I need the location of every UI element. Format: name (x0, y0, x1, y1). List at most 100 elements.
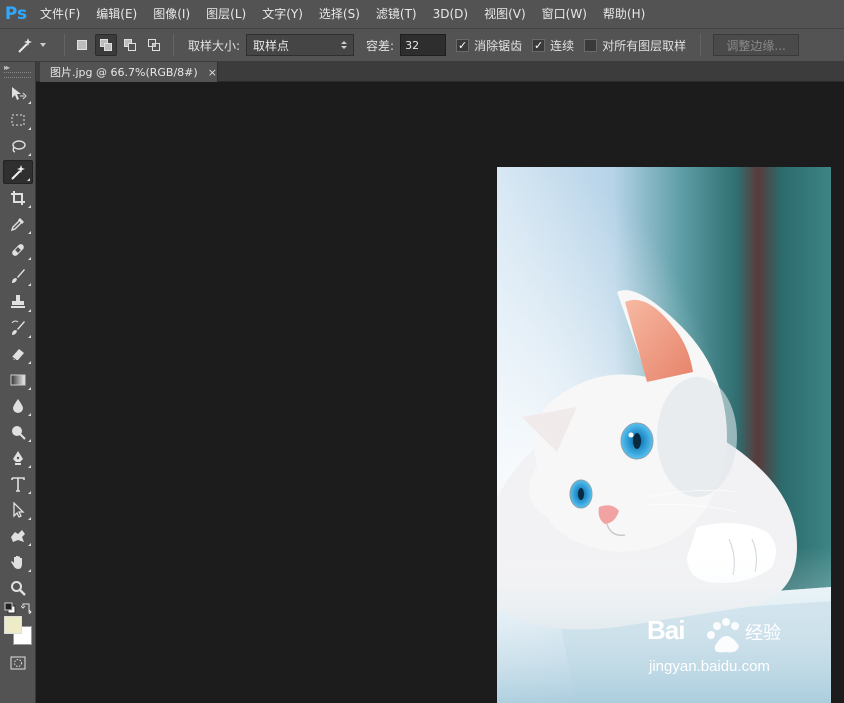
eraser-icon (11, 349, 24, 361)
new-selection-icon (77, 40, 87, 50)
brush-icon (12, 269, 25, 283)
lasso-icon (12, 140, 26, 153)
intersect-selection-icon (148, 39, 160, 51)
antialias-label: 消除锯齿 (474, 38, 523, 53)
new-selection-button[interactable] (71, 34, 93, 56)
document-tab[interactable]: 图片.jpg @ 66.7%(RGB/8#) × (40, 62, 218, 82)
menu-select[interactable]: 选择(S) (311, 0, 368, 28)
menu-window[interactable]: 窗口(W) (534, 0, 595, 28)
sample-all-layers-option[interactable]: 对所有图层取样 (584, 37, 686, 54)
divider (700, 34, 702, 56)
magic-wand-tool[interactable] (3, 160, 33, 184)
dodge-icon (12, 426, 26, 440)
water-drop-icon (13, 399, 23, 413)
watermark-brand: Bai (647, 615, 685, 645)
sample-size-label: 取样大小: (188, 38, 241, 53)
type-tool[interactable] (3, 472, 33, 496)
tools-panel: ▸▸ (0, 62, 36, 703)
watermark-brand-cn: 经验 (745, 623, 781, 644)
tolerance-label: 容差: (366, 38, 395, 53)
divider (173, 34, 174, 56)
stamp-icon (11, 295, 25, 308)
tool-preset-picker[interactable] (14, 34, 46, 56)
eraser-tool[interactable] (3, 342, 33, 366)
pen-icon (13, 451, 23, 465)
foreground-color-swatch[interactable] (4, 616, 22, 634)
gradient-icon (10, 374, 26, 386)
menu-filter[interactable]: 滤镜(T) (368, 0, 425, 28)
magic-wand-icon (11, 165, 25, 180)
type-icon (11, 477, 25, 492)
custom-shape-icon (11, 530, 25, 542)
options-bar: 取样大小: 取样点 容差: 32 ✓ 消除锯齿 ✓ 连续 对所有图层取样 调整边… (0, 28, 844, 62)
antialias-checkbox[interactable]: ✓ (456, 38, 470, 52)
blur-tool[interactable] (3, 394, 33, 418)
add-to-selection-button[interactable] (95, 34, 117, 56)
move-tool[interactable] (3, 82, 33, 106)
dodge-tool[interactable] (3, 420, 33, 444)
chevron-down-icon (40, 43, 46, 47)
contiguous-label: 连续 (550, 38, 575, 53)
subtract-from-selection-button[interactable] (119, 34, 141, 56)
magnifier-icon (11, 581, 26, 596)
sample-all-layers-checkbox[interactable] (584, 38, 598, 52)
divider (64, 34, 65, 56)
hand-icon (11, 556, 22, 569)
add-selection-icon (100, 39, 112, 51)
subtract-selection-icon (124, 39, 136, 51)
document-image[interactable]: Bai 经验 jingyan.baidu.com (497, 167, 831, 703)
crop-tool[interactable] (3, 186, 33, 210)
menu-view[interactable]: 视图(V) (476, 0, 534, 28)
watermark-url: jingyan.baidu.com (649, 658, 770, 675)
rectangle-marquee-icon (11, 114, 25, 126)
close-icon[interactable]: × (208, 66, 217, 79)
contiguous-checkbox[interactable]: ✓ (532, 38, 546, 52)
history-brush-tool[interactable] (3, 316, 33, 340)
eyedropper-icon (10, 218, 24, 232)
swap-colors-icon[interactable] (21, 602, 33, 614)
sample-all-layers-label: 对所有图层取样 (602, 38, 687, 53)
lasso-tool[interactable] (3, 134, 33, 158)
history-brush-icon (11, 320, 25, 335)
bandage-icon (12, 244, 24, 256)
hand-tool[interactable] (3, 550, 33, 574)
panel-collapse-icon[interactable]: ▸▸ (0, 62, 35, 72)
marquee-tool[interactable] (3, 108, 33, 132)
document-tab-title: 图片.jpg @ 66.7%(RGB/8#) (50, 66, 198, 79)
brush-tool[interactable] (3, 264, 33, 288)
move-icon (12, 87, 27, 100)
default-colors-icon[interactable] (4, 602, 16, 614)
watermark: Bai 经验 jingyan.baidu.com (647, 612, 827, 692)
document-tab-bar: 图片.jpg @ 66.7%(RGB/8#) × (36, 62, 844, 82)
menu-help[interactable]: 帮助(H) (595, 0, 653, 28)
antialias-option[interactable]: ✓ 消除锯齿 (456, 37, 522, 54)
sample-size-select[interactable]: 取样点 (246, 34, 355, 56)
menu-image[interactable]: 图像(I) (145, 0, 198, 28)
app-logo: Ps (4, 4, 28, 24)
gradient-tool[interactable] (3, 368, 33, 392)
crop-icon (11, 191, 25, 205)
canvas-workspace[interactable]: Bai 经验 jingyan.baidu.com (36, 82, 844, 703)
contiguous-option[interactable]: ✓ 连续 (532, 37, 574, 54)
clone-stamp-tool[interactable] (3, 290, 33, 314)
menu-file[interactable]: 文件(F) (32, 0, 88, 28)
intersect-selection-button[interactable] (143, 34, 165, 56)
custom-shape-tool[interactable] (3, 524, 33, 548)
refine-edge-button[interactable]: 调整边缘... (713, 34, 800, 56)
menu-layer[interactable]: 图层(L) (198, 0, 254, 28)
magic-wand-icon (14, 34, 36, 56)
menu-type[interactable]: 文字(Y) (254, 0, 311, 28)
eyedropper-tool[interactable] (3, 212, 33, 236)
pen-tool[interactable] (3, 446, 33, 470)
tolerance-input[interactable]: 32 (400, 34, 447, 56)
menu-3d[interactable]: 3D(D) (425, 0, 476, 28)
path-select-icon (13, 502, 25, 518)
quick-mask-button[interactable] (3, 652, 33, 674)
panel-grip[interactable] (4, 72, 31, 78)
quick-mask-icon (10, 656, 26, 670)
color-swatches (0, 602, 35, 648)
menu-edit[interactable]: 编辑(E) (88, 0, 145, 28)
healing-brush-tool[interactable] (3, 238, 33, 262)
path-selection-tool[interactable] (3, 498, 33, 522)
zoom-tool[interactable] (3, 576, 33, 600)
